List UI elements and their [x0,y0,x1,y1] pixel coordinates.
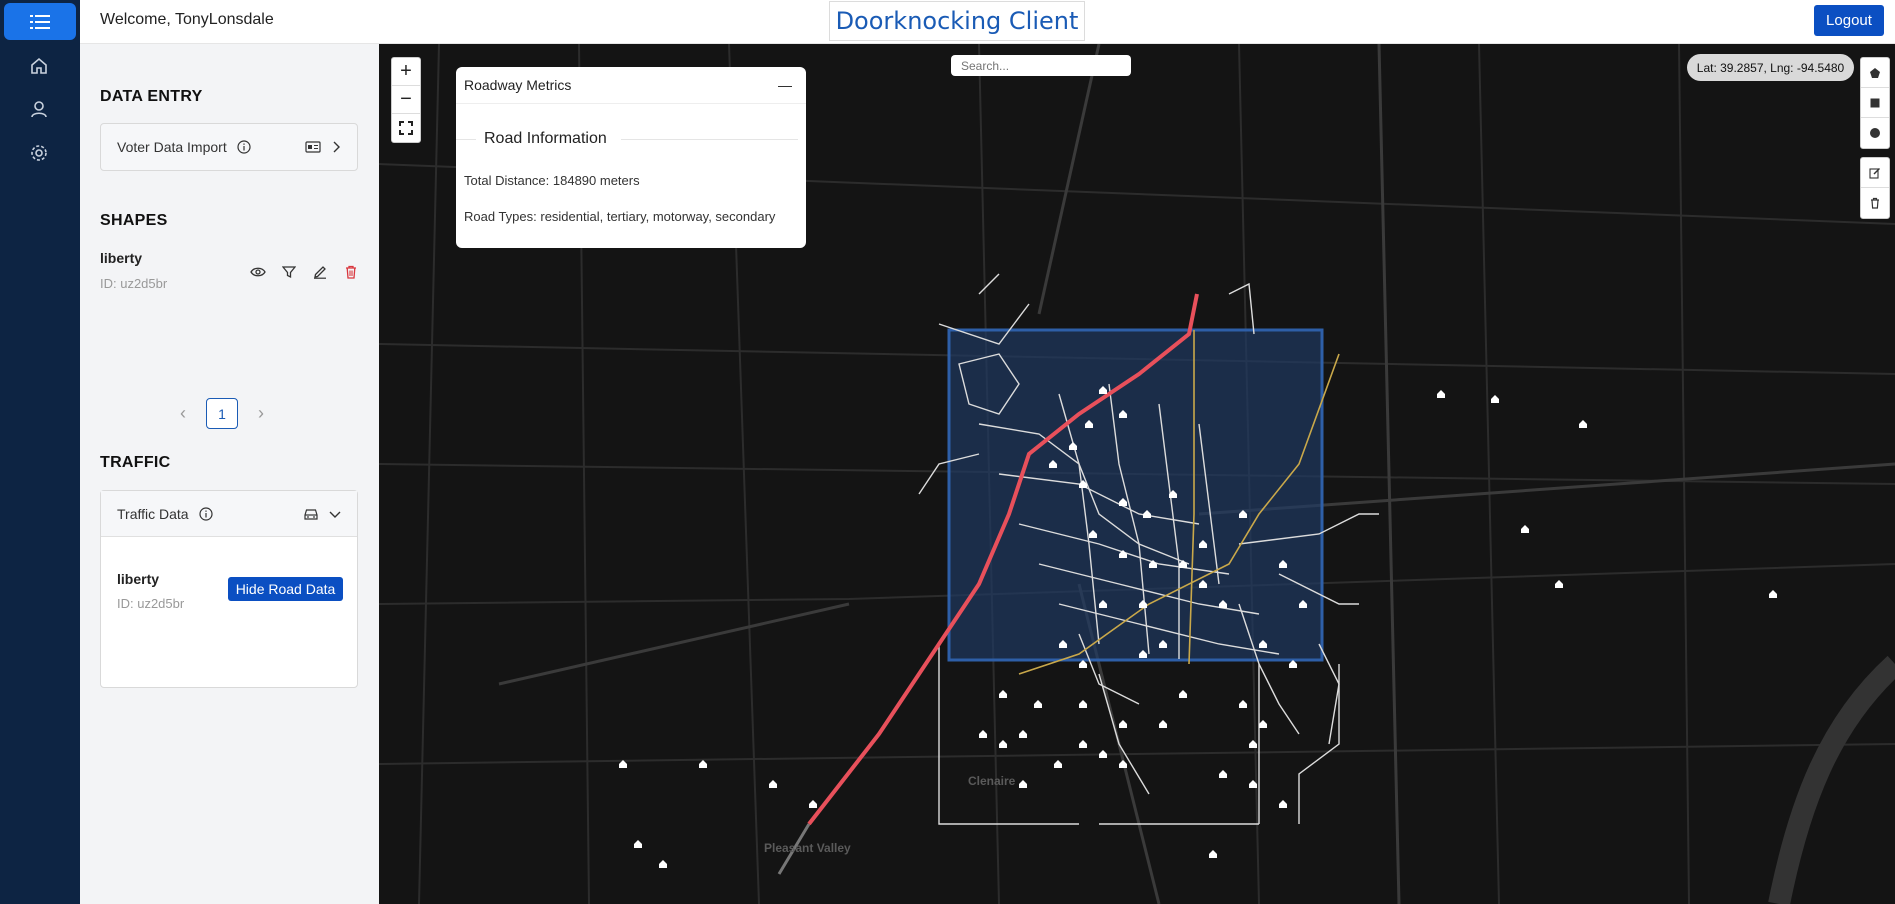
traffic-card: Traffic Data liberty ID: uz2d5br Hide Ro… [100,490,358,688]
top-header: Welcome, TonyLonsdale Doorknocking Clien… [80,0,1895,44]
nav-home[interactable] [28,55,50,77]
zoom-out-button[interactable]: − [392,86,420,114]
shape-name: liberty [100,250,143,266]
fullscreen-button[interactable] [392,114,420,142]
filter-icon [281,265,296,278]
road-information-heading: Road Information [484,130,607,147]
pagination-prev[interactable]: ‹ [180,403,186,424]
map-search-input[interactable] [951,55,1131,76]
circle-icon [1870,128,1880,138]
minimize-button[interactable]: — [778,77,792,93]
nav-rail [0,0,80,904]
pagination: ‹ 1 › [180,398,264,429]
draw-polygon-button[interactable] [1861,58,1889,88]
map-canvas[interactable]: + − Lat: 39.2857, Lng: -94.5480 Roadway … [379,44,1895,904]
delete-layers-button[interactable] [1861,188,1889,218]
road-types-text: Road Types: residential, tertiary, motor… [464,209,776,224]
id-card-icon [305,141,321,153]
fullscreen-icon [399,121,413,135]
voter-data-import-label: Voter Data Import [117,139,227,155]
filter-shape-button[interactable] [279,262,298,281]
menu-icon [30,14,50,29]
welcome-text: Welcome, TonyLonsdale [100,11,274,28]
logout-button[interactable]: Logout [1814,5,1884,36]
hide-road-data-button[interactable]: Hide Road Data [228,577,343,601]
menu-toggle-button[interactable] [4,3,76,40]
trash-icon [345,265,356,279]
draw-toolbar [1860,57,1890,227]
traffic-data-header[interactable]: Traffic Data [101,491,357,537]
edit-shape-button[interactable] [310,262,329,281]
draw-circle-button[interactable] [1861,118,1889,148]
view-shape-button[interactable] [248,262,267,281]
nav-profile[interactable] [28,98,50,120]
sidebar: DATA ENTRY Voter Data Import SHAPES libe… [80,44,379,904]
shapes-title: SHAPES [100,212,168,229]
traffic-shape-id: ID: uz2d5br [117,596,185,611]
nav-settings[interactable] [28,142,50,164]
zoom-control: + − [391,57,421,143]
traffic-title: TRAFFIC [100,454,171,471]
info-icon[interactable] [198,506,213,521]
rectangle-icon [1870,98,1880,107]
coordinates-readout: Lat: 39.2857, Lng: -94.5480 [1687,54,1854,81]
info-icon[interactable] [237,140,251,154]
place-label: Clenaire [968,774,1016,788]
pagination-current[interactable]: 1 [206,398,238,429]
metrics-title: Roadway Metrics [464,77,572,93]
app-title: Doorknocking Client [829,1,1085,41]
car-icon [304,508,318,520]
chevron-down-icon[interactable] [329,509,341,519]
eye-icon [249,267,266,276]
user-icon [31,101,47,118]
shape-actions [248,262,360,281]
place-label: Pleasant Valley [764,841,851,855]
polygon-icon [1870,67,1880,78]
shape-id: ID: uz2d5br [100,276,168,291]
pagination-next[interactable]: › [258,403,264,424]
edit-icon [1869,167,1880,179]
delete-shape-button[interactable] [341,262,360,281]
draw-rectangle-button[interactable] [1861,88,1889,118]
traffic-data-label: Traffic Data [117,505,189,522]
home-icon [31,57,47,74]
roadway-metrics-panel: Roadway Metrics — Road Information Total… [456,67,806,248]
gear-icon [31,145,47,161]
pencil-icon [313,265,326,279]
zoom-in-button[interactable]: + [392,58,420,86]
trash-icon [1871,197,1879,209]
traffic-shape-name: liberty [117,571,160,587]
chevron-right-icon[interactable] [331,141,341,153]
voter-data-import-card[interactable]: Voter Data Import [100,123,358,171]
data-entry-title: DATA ENTRY [100,88,203,105]
total-distance-text: Total Distance: 184890 meters [464,173,640,188]
edit-layers-button[interactable] [1861,158,1889,188]
